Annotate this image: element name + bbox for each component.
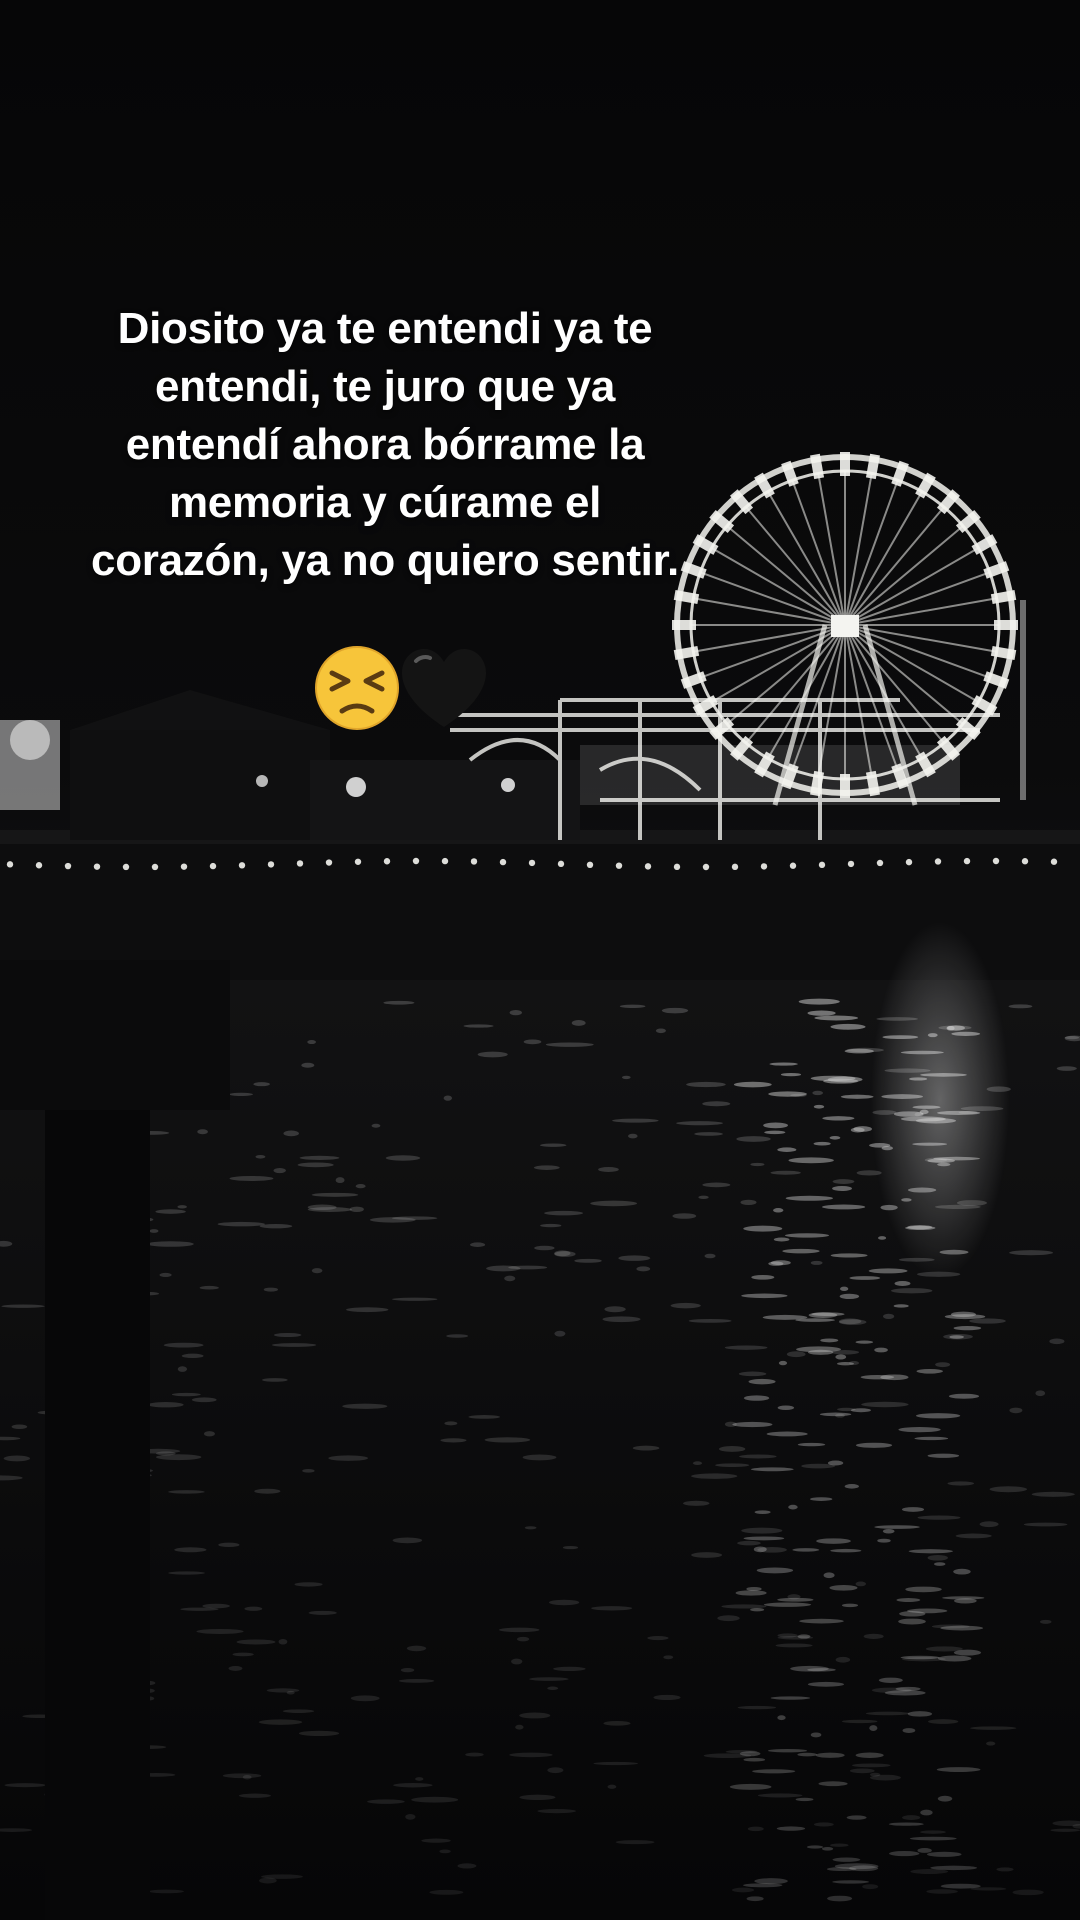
- emoji-row: [310, 643, 490, 733]
- persevering-face-emoji: [315, 646, 399, 730]
- black-heart-emoji: [402, 649, 486, 727]
- pier-building: [310, 760, 580, 840]
- video-frame: Diosito ya te entendi ya te entendi, te …: [0, 0, 1080, 1920]
- pier-building: [70, 730, 330, 840]
- caption-line-3: entendí ahora bórrame la: [125, 420, 645, 469]
- caption-line-4: memoria y cúrame el: [168, 478, 602, 527]
- pier-pillar: [45, 1100, 150, 1920]
- night-pier-background: [0, 452, 1080, 1920]
- caption-text: Diosito ya te entendi ya te entendi, te …: [70, 300, 700, 590]
- caption-line-5: corazón, ya no quiero sentir.: [91, 536, 679, 585]
- caption-line-2: entendi, te juro que ya: [154, 362, 616, 411]
- caption-line-1: Diosito ya te entendi ya te: [117, 304, 653, 353]
